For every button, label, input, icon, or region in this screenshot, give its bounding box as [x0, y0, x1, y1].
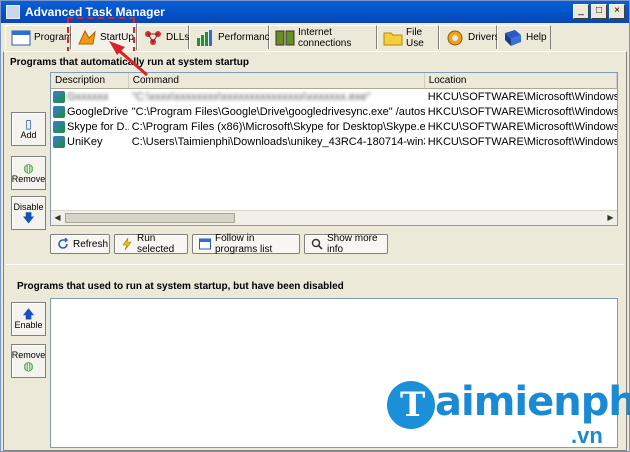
scroll-left-icon[interactable]: ◀: [51, 212, 64, 224]
row-location: HKCU\SOFTWARE\Microsoft\Windows\Curre: [427, 105, 617, 118]
tab-drivers[interactable]: Drivers: [439, 25, 500, 49]
watermark-letter: T: [400, 385, 426, 425]
follow-label: Follow in programs list: [215, 233, 273, 255]
section-divider: [6, 264, 624, 265]
show-more-info-button[interactable]: Show more info: [304, 233, 388, 255]
remove-icon: ◍: [23, 359, 34, 373]
tab-programs[interactable]: Programs: [5, 25, 77, 49]
list-header: Description Command Location: [51, 73, 617, 89]
row-command: C:\Users\Taimienphi\Downloads\unikey_43R…: [131, 135, 425, 148]
minimize-button[interactable]: _: [573, 4, 589, 19]
follow-in-programs-list-button[interactable]: Follow in programs list: [192, 233, 300, 255]
column-header-description[interactable]: Description: [51, 73, 129, 88]
scroll-right-icon[interactable]: ▶: [604, 212, 617, 224]
tab-startup[interactable]: StartUp: [71, 23, 137, 50]
startup-list[interactable]: Description Command Location Gxxxxxx "C:…: [50, 72, 618, 226]
remove-button[interactable]: ◍ Remove: [11, 156, 46, 190]
app-icon: [6, 5, 20, 19]
list-item[interactable]: Gxxxxxx "C:\xxxx\xxxxxxxx\xxxxxxxxxxxxxx…: [51, 89, 617, 104]
horizontal-scrollbar[interactable]: ◀ ▶: [51, 210, 617, 225]
column-header-location[interactable]: Location: [425, 73, 617, 88]
program-icon: [53, 120, 65, 133]
tab-performance[interactable]: Performance: [189, 25, 275, 49]
programs-window-icon: [11, 30, 31, 45]
list-item[interactable]: Skype for D... C:\Program Files (x86)\Mi…: [51, 119, 617, 134]
disabled-section-label: Programs that used to run at system star…: [17, 281, 344, 292]
startup-section-label: Programs that automatically run at syste…: [10, 57, 249, 68]
row-command: C:\Program Files (x86)\Microsoft\Skype f…: [131, 120, 425, 133]
list-item[interactable]: GoogleDrive... "C:\Program Files\Google\…: [51, 104, 617, 119]
lightning-icon: [122, 238, 132, 250]
tab-label: File Use: [406, 26, 424, 49]
remove-disabled-button[interactable]: Remove ◍: [11, 344, 46, 378]
tab-file-use[interactable]: File Use: [377, 25, 439, 49]
row-location: HKCU\SOFTWARE\Microsoft\Windows\Curre: [427, 120, 617, 133]
remove-icon: ◍: [23, 161, 34, 175]
run-selected-label: Run selected: [137, 233, 175, 255]
tab-help[interactable]: Help: [497, 25, 551, 49]
program-icon: [53, 90, 65, 103]
column-header-command[interactable]: Command: [129, 73, 425, 88]
window-title: Advanced Task Manager: [25, 5, 165, 19]
row-description: GoogleDrive...: [67, 105, 129, 118]
run-selected-button[interactable]: Run selected: [114, 233, 188, 255]
arrow-up-icon: 🡅: [22, 307, 35, 321]
show-more-label: Show more info: [327, 233, 378, 255]
enable-button[interactable]: 🡅 Enable: [11, 302, 46, 336]
refresh-button[interactable]: Refresh: [50, 234, 110, 254]
row-description: UniKey: [67, 135, 103, 148]
startup-icon: [78, 29, 96, 45]
row-command: "C:\Program Files\Google\Drive\googledri…: [131, 105, 425, 118]
gear-icon: [447, 30, 463, 45]
enable-label: Enable: [14, 320, 43, 330]
tab-label: Performance: [218, 32, 276, 43]
watermark-suffix: .vn: [571, 423, 603, 448]
row-description: Skype for D...: [67, 120, 129, 133]
tab-dlls[interactable]: DLLs: [137, 25, 189, 49]
row-description: Gxxxxxx: [67, 90, 109, 103]
tab-label: Internet connections: [298, 26, 352, 49]
dll-molecule-icon: [145, 30, 161, 45]
app-window: Advanced Task Manager _ □ × Programs Sta…: [0, 0, 630, 452]
tab-label: Drivers: [468, 32, 500, 43]
window-icon: [199, 238, 211, 250]
add-icon: ▯: [25, 117, 32, 131]
row-location: HKCU\SOFTWARE\Microsoft\Windows\Curre: [427, 135, 617, 148]
add-button[interactable]: ▯ Add: [11, 112, 46, 146]
title-bar: Advanced Task Manager _ □ ×: [1, 1, 629, 23]
folder-icon: [383, 32, 403, 45]
refresh-icon: [58, 238, 68, 249]
program-icon: [53, 105, 65, 118]
row-location: HKCU\SOFTWARE\Microsoft\Windows\Curre: [427, 90, 617, 103]
help-book-icon: [505, 29, 521, 46]
watermark-text: aimienphi: [435, 379, 630, 425]
tab-internet-connections[interactable]: Internet connections: [269, 25, 377, 49]
tab-label: StartUp: [100, 31, 134, 43]
maximize-button[interactable]: □: [591, 4, 607, 19]
disable-button[interactable]: Disable 🡇: [11, 196, 46, 230]
tab-label: DLLs: [166, 32, 190, 43]
taimienphi-watermark: T aimienphi .vn: [387, 379, 630, 451]
row-command: "C:\xxxx\xxxxxxxx\xxxxxxxxxxxxxxx\xxxxxx…: [131, 90, 371, 103]
add-label: Add: [20, 130, 37, 140]
performance-bars-icon: [197, 29, 212, 46]
network-computers-icon: [275, 30, 295, 45]
scroll-thumb[interactable]: [65, 213, 235, 223]
refresh-label: Refresh: [73, 238, 109, 250]
remove-label: Remove: [11, 174, 46, 184]
list-item[interactable]: UniKey C:\Users\Taimienphi\Downloads\uni…: [51, 134, 617, 149]
program-icon: [53, 135, 65, 148]
magnifier-icon: [311, 238, 323, 250]
close-button[interactable]: ×: [609, 4, 625, 19]
tab-label: Help: [526, 32, 547, 43]
arrow-down-icon: 🡇: [22, 211, 35, 225]
tab-strip: Programs StartUp DLLs Performance Intern…: [3, 23, 627, 51]
